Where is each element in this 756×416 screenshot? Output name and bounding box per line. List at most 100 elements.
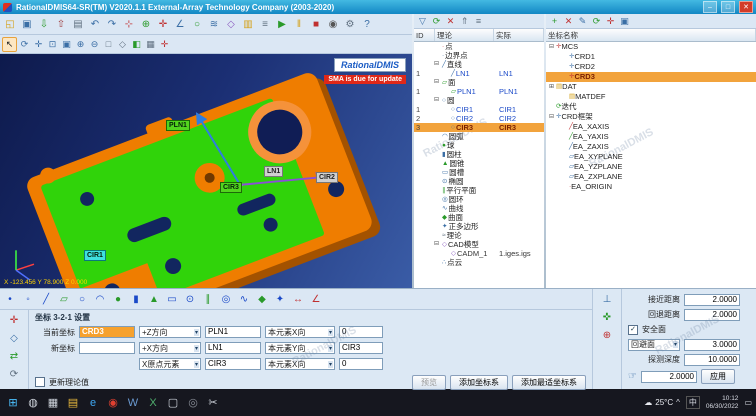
feature-tree-row[interactable]: 1 ○ CIR1 CIR1 — [414, 105, 544, 114]
origin-element-field[interactable] — [205, 358, 261, 370]
measure-angle-icon[interactable]: ∠ — [172, 16, 188, 32]
coordinate-tree-row[interactable]: ⊞ ▤ DAT — [546, 82, 756, 92]
measure-polygon-icon[interactable]: ✦ — [272, 291, 288, 307]
cs-frame-icon[interactable]: ✛ — [604, 15, 617, 28]
feature-label-cir1[interactable]: CIR1 — [84, 250, 106, 261]
measure-line-icon[interactable]: ╱ — [38, 291, 54, 307]
expand-toggle[interactable]: ⊟ — [549, 42, 556, 52]
column-theoretical[interactable]: 理论 — [435, 29, 494, 41]
coordinate-tree-row[interactable]: ╱ EA_XAXIS — [546, 122, 756, 132]
input-language-indicator[interactable]: 中 — [686, 396, 700, 409]
feature-tree-row[interactable]: 1 ▱ PLN1 PLN1 — [414, 87, 544, 96]
run-icon[interactable]: ▶ — [274, 16, 290, 32]
probe-position-icon[interactable]: ⊥ — [599, 291, 615, 307]
cad-model-icon[interactable]: ◇ — [223, 16, 239, 32]
rotate-view-icon[interactable]: ⟳ — [18, 38, 31, 51]
coordinate-system-icon[interactable]: ✛ — [155, 16, 171, 32]
view-front-icon[interactable]: □ — [102, 38, 115, 51]
safety-plane-value-field[interactable] — [684, 339, 740, 351]
joystick-icon[interactable]: ✜ — [599, 309, 615, 325]
chrome-browser-icon[interactable]: ◉ — [104, 393, 122, 413]
zoom-in-icon[interactable]: ⊕ — [74, 38, 87, 51]
zoom-out-icon[interactable]: ⊖ — [88, 38, 101, 51]
z-direction-select[interactable]: +Z方向 ▾ — [139, 326, 201, 338]
coordinate-tree-row[interactable]: ╱ EA_YAXIS — [546, 132, 756, 142]
undo-icon[interactable]: ↶ — [87, 16, 103, 32]
coordinate-tree-row[interactable]: · EA_ORIGIN — [546, 182, 756, 192]
safety-plane-select[interactable]: 回避面 ▾ — [628, 339, 680, 351]
measure-plane-icon[interactable]: ▱ — [56, 291, 72, 307]
feature-label-ln1[interactable]: LN1 — [264, 166, 283, 177]
feature-tree-row[interactable]: ● 球 — [414, 141, 544, 150]
start-button[interactable]: ⊞ — [4, 393, 22, 413]
feature-tree-row[interactable]: 3 ○ CIR3 CIR3 — [414, 123, 544, 132]
feature-tree-row[interactable]: ⊟ ▱ 面 — [414, 78, 544, 87]
redo-icon[interactable]: ↷ — [104, 16, 120, 32]
x-element-field[interactable] — [205, 342, 261, 354]
camera-icon[interactable]: ◉ — [325, 16, 341, 32]
retract-distance-field[interactable] — [684, 309, 740, 321]
taskbar-clock[interactable]: 10:12 06/30/2022 — [706, 395, 739, 411]
help-icon[interactable]: ? — [359, 16, 375, 32]
x-direction-select[interactable]: +X方向 ▾ — [139, 342, 201, 354]
rotate-cs-icon[interactable]: ⟳ — [6, 366, 22, 382]
feature-tree-row[interactable]: ▭ 圆槽 — [414, 168, 544, 177]
measure-point-icon[interactable]: • — [2, 291, 18, 307]
settings-icon[interactable]: ⚙ — [342, 16, 358, 32]
safety-plane-checkbox[interactable]: ✓ — [628, 325, 638, 335]
save-cs-icon[interactable]: ▣ — [618, 15, 631, 28]
probe-calibrate-icon[interactable]: ⊕ — [138, 16, 154, 32]
column-id[interactable]: ID — [414, 29, 435, 41]
add-cs-button[interactable]: 添加坐标系 — [450, 375, 508, 390]
coordinate-tree-row[interactable]: ▤ MATDEF — [546, 92, 756, 102]
edge-browser-icon[interactable]: e — [84, 393, 102, 413]
export-icon[interactable]: ⇧ — [53, 16, 69, 32]
feature-label-cir3[interactable]: CIR3 — [220, 182, 242, 193]
measure-distance-icon[interactable]: ↔ — [290, 291, 306, 307]
zoom-fit-icon[interactable]: ▣ — [60, 38, 73, 51]
expand-toggle[interactable]: ⊟ — [434, 96, 441, 105]
wireframe-mode-icon[interactable]: ▦ — [144, 38, 157, 51]
feature-tree-row[interactable]: ◆ 曲面 — [414, 213, 544, 222]
measure-angle-icon[interactable]: ∠ — [308, 291, 324, 307]
coordinate-tree-row[interactable]: ▱ EA_YZPLANE — [546, 162, 756, 172]
coordinate-tree-row[interactable]: ⊟ ✛ MCS — [546, 42, 756, 52]
scan-icon[interactable]: ≋ — [206, 16, 222, 32]
feature-tree-row[interactable]: 1 ╱ LN1 LN1 — [414, 69, 544, 78]
notepad-icon[interactable]: ▢ — [164, 393, 182, 413]
shaded-mode-icon[interactable]: ◧ — [130, 38, 143, 51]
y-origin-value-field[interactable] — [339, 342, 383, 354]
list-settings-icon[interactable]: ≡ — [472, 15, 485, 28]
feature-tree-row[interactable]: ▮ 圆柱 — [414, 150, 544, 159]
feature-tree-row[interactable]: 2 ○ CIR2 CIR2 — [414, 114, 544, 123]
feature-tree-row[interactable]: ✦ 正多边形 — [414, 222, 544, 231]
auto-mode-icon[interactable]: ⊕ — [599, 327, 615, 343]
zoom-window-icon[interactable]: ⊡ — [46, 38, 59, 51]
filter-icon[interactable]: ▽ — [416, 15, 429, 28]
coordinate-tree-row[interactable]: ╱ EA_ZAXIS — [546, 142, 756, 152]
select-cursor-icon[interactable]: ↖ — [2, 37, 17, 52]
3d-viewport[interactable]: PLN1 LN1 CIR2 CIR3 CIR1 RationalDMIS SMA… — [0, 54, 412, 288]
snipping-tool-icon[interactable]: ✂ — [204, 393, 222, 413]
expand-toggle[interactable]: ⊟ — [434, 60, 441, 69]
feature-tree-row[interactable]: · 边界点 — [414, 51, 544, 60]
feature-tree-row[interactable]: ∿ 曲线 — [414, 204, 544, 213]
pause-icon[interactable]: ‖ — [291, 16, 307, 32]
expand-toggle[interactable]: ⊟ — [434, 78, 441, 87]
coordinate-tree-row[interactable]: ⟳ 迭代 — [546, 102, 756, 112]
measure-torus-icon[interactable]: ◎ — [218, 291, 234, 307]
feature-tree-row[interactable]: ⊙ 椭圆 — [414, 177, 544, 186]
measure-sphere-icon[interactable]: ● — [110, 291, 126, 307]
feature-label-pln1[interactable]: PLN1 — [166, 120, 190, 131]
weather-widget[interactable]: ☁ 25°C — [644, 398, 673, 407]
feature-tree-row[interactable]: ⊟ ╱ 直线 — [414, 60, 544, 69]
feature-tree-row[interactable]: ▲ 圆锥 — [414, 159, 544, 168]
probe-depth-field[interactable] — [684, 354, 740, 366]
y-origin-mode-select[interactable]: 本元素Y向 ▾ — [265, 342, 335, 354]
probe-manager-icon[interactable]: ⊹ — [121, 16, 137, 32]
stop-icon[interactable]: ■ — [308, 16, 324, 32]
update-banner[interactable]: SMA is due for update — [324, 75, 406, 84]
feature-tree-row[interactable]: ∥ 平行平面 — [414, 186, 544, 195]
coordinate-tree-row[interactable]: ▱ EA_XYPLANE — [546, 152, 756, 162]
measure-parallel-planes-icon[interactable]: ∥ — [200, 291, 216, 307]
